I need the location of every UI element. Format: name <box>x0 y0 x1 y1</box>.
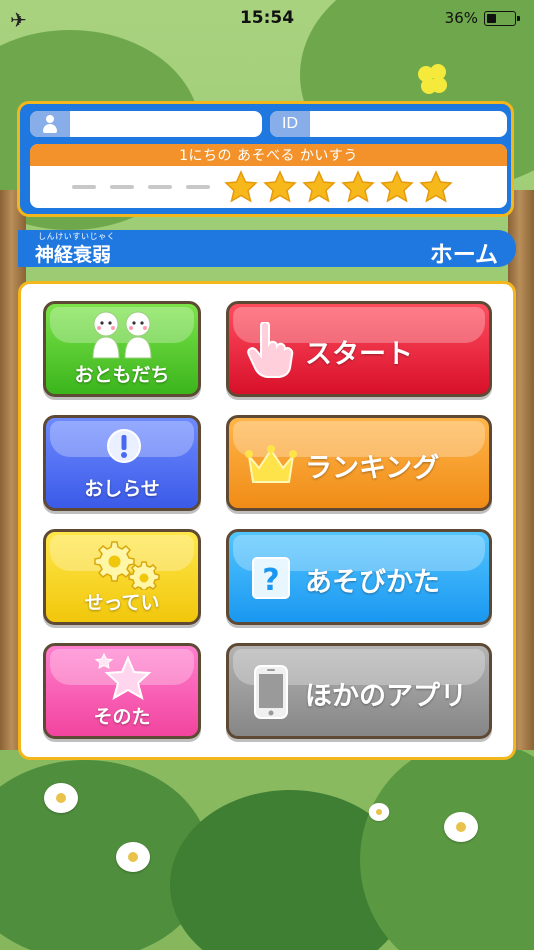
friends-icon <box>92 311 152 359</box>
pointing-hand-icon <box>247 322 294 378</box>
remaining-play-star-icon <box>380 170 414 203</box>
other-label: そのた <box>93 706 151 728</box>
friends-label: おともだち <box>74 364 170 386</box>
settings-button[interactable]: せってい <box>43 529 201 625</box>
other-apps-label: ほかのアプリ <box>305 681 467 712</box>
butterfly-icon <box>418 64 447 94</box>
remaining-play-star-icon <box>341 170 375 203</box>
svg-text:?: ? <box>262 563 279 598</box>
main-menu-panel: おともだち スタート おしらせ ランキング せってい ? あそびかた そのた ほ… <box>18 281 516 760</box>
exclamation-icon <box>107 429 141 463</box>
id-label: ID <box>270 111 310 137</box>
used-play-dash <box>148 185 172 189</box>
how-to-play-button[interactable]: ? あそびかた <box>226 529 492 625</box>
used-play-dash <box>72 185 96 189</box>
start-label: スタート <box>305 339 413 370</box>
settings-label: せってい <box>84 592 160 614</box>
how-to-play-label: あそびかた <box>305 567 440 598</box>
star-icon <box>94 652 152 701</box>
remaining-play-star-icon <box>302 170 336 203</box>
status-bar: ✈ 15:54 36% <box>0 0 534 36</box>
gear-icon <box>94 541 160 590</box>
daily-plays-box: 1にちの あそべる かいすう <box>30 144 507 208</box>
remaining-play-star-icon <box>224 170 258 203</box>
friends-button[interactable]: おともだち <box>43 301 201 397</box>
question-icon: ? <box>252 557 290 599</box>
ranking-label: ランキング <box>305 453 440 484</box>
title-bar: しんけいすいじゃく 神経衰弱 ホーム <box>18 230 516 268</box>
crown-icon <box>245 445 297 483</box>
smartphone-icon <box>254 665 288 719</box>
news-button[interactable]: おしらせ <box>43 415 201 511</box>
game-title: 神経衰弱 <box>35 244 112 266</box>
remaining-play-star-icon <box>263 170 297 203</box>
other-apps-button[interactable]: ほかのアプリ <box>226 643 492 739</box>
ranking-button[interactable]: ランキング <box>226 415 492 511</box>
battery-icon <box>484 11 520 26</box>
user-name-field <box>30 111 262 137</box>
daily-plays-indicator <box>72 170 458 204</box>
used-play-dash <box>110 185 134 189</box>
remaining-play-star-icon <box>419 170 453 203</box>
daily-plays-header: 1にちの あそべる かいすう <box>30 144 507 166</box>
start-button[interactable]: スタート <box>226 301 492 397</box>
user-info-panel: ID 1にちの あそべる かいすう <box>17 101 514 217</box>
user-id-field: ID <box>270 111 507 137</box>
used-play-dash <box>186 185 210 189</box>
page-title: ホーム <box>429 242 498 268</box>
person-icon <box>30 111 70 137</box>
other-button[interactable]: そのた <box>43 643 201 739</box>
news-label: おしらせ <box>84 478 160 500</box>
battery-percent: 36% <box>444 9 478 27</box>
